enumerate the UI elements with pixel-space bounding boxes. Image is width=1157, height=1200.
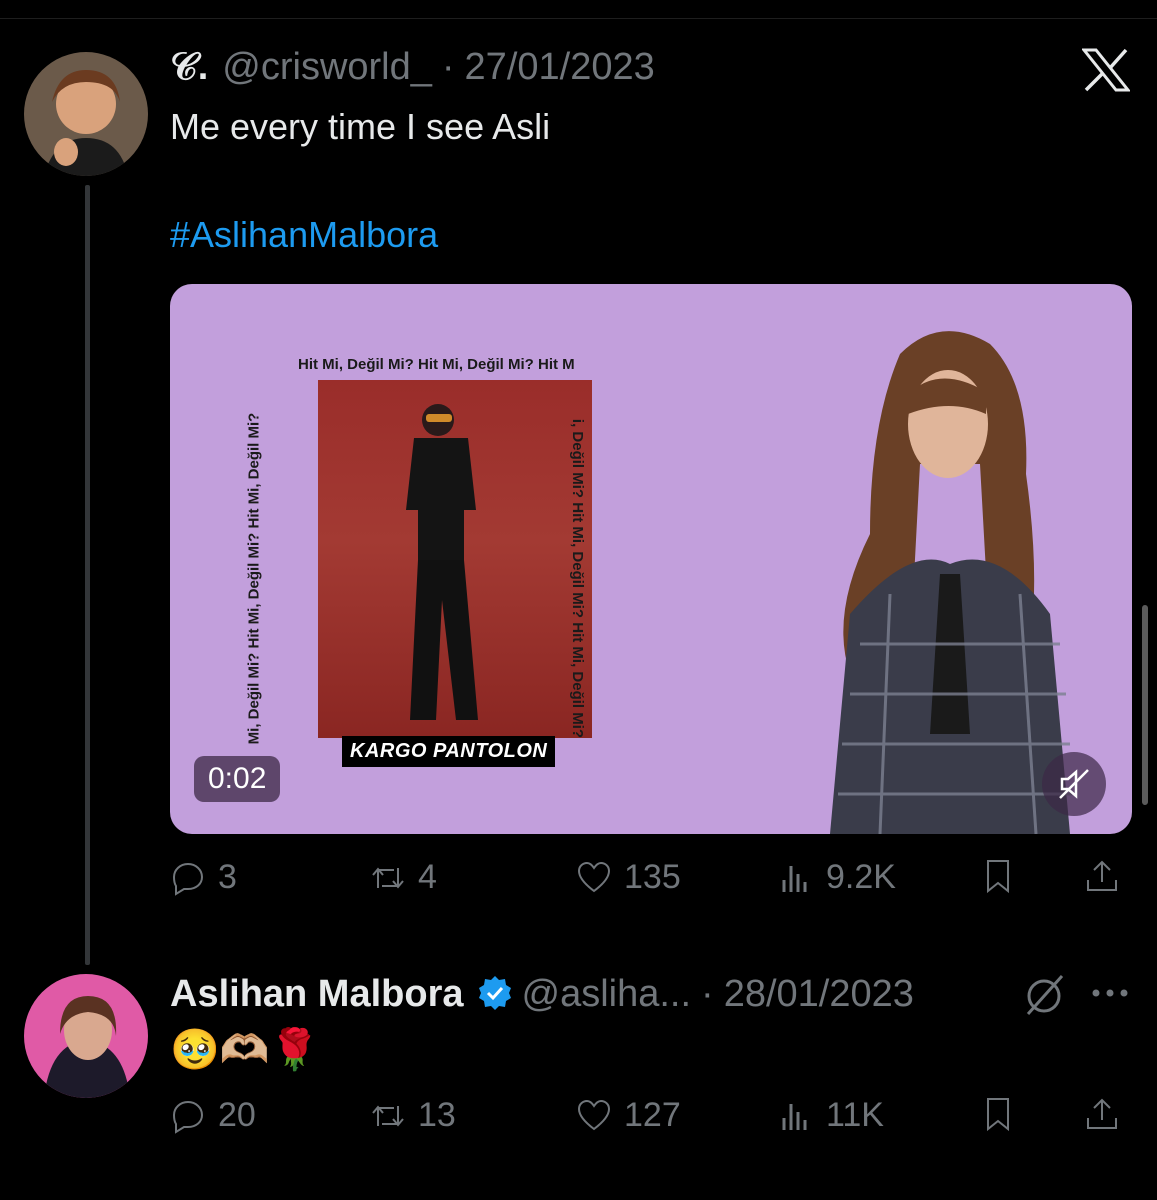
views-icon	[782, 1103, 807, 1130]
tweet-date[interactable]: 27/01/2023	[465, 46, 655, 89]
like-button[interactable]: 127	[576, 1096, 681, 1135]
thread-connector-line	[85, 185, 90, 965]
more-options-icon[interactable]	[1088, 978, 1132, 1008]
poster-image	[318, 380, 592, 738]
share-button[interactable]	[1084, 1096, 1120, 1132]
retweet-button[interactable]: 4	[370, 858, 437, 897]
display-name[interactable]: 𝒞.	[170, 46, 208, 89]
tweet-text: Me every time I see Asli	[170, 106, 551, 147]
retweet-icon	[372, 866, 404, 889]
scrollbar[interactable]	[1142, 605, 1148, 805]
separator: ·	[441, 46, 455, 88]
views-icon	[782, 865, 807, 892]
reply-button[interactable]: 3	[170, 858, 237, 897]
retweet-icon	[372, 1104, 404, 1127]
like-count: 135	[624, 858, 681, 896]
x-logo-icon[interactable]	[1082, 48, 1130, 92]
retweet-count: 4	[418, 858, 437, 896]
views-button[interactable]: 11K	[778, 1096, 884, 1135]
like-button[interactable]: 135	[576, 858, 681, 897]
poster-frame-right: i, Değil Mi? Hit Mi, Değil Mi? Hit Mi, D…	[569, 418, 587, 739]
tweet-actions: 20 13 127 11K	[170, 1096, 1132, 1144]
view-count: 11K	[826, 1096, 884, 1134]
like-count: 127	[624, 1096, 681, 1134]
reply-icon	[172, 1100, 204, 1134]
video-timestamp: 0:02	[194, 756, 281, 802]
share-icon	[1087, 1098, 1117, 1129]
top-divider	[0, 0, 1157, 19]
poster-caption: KARGO PANTOLON	[342, 736, 556, 767]
handle[interactable]: @asliha...	[522, 973, 692, 1016]
heart-icon	[577, 861, 611, 892]
poster-frame-top: Hit Mi, Değil Mi? Hit Mi, Değil Mi? Hit …	[298, 356, 575, 373]
avatar[interactable]	[24, 974, 148, 1098]
hashtag-link[interactable]: #AslihanMalbora	[170, 214, 438, 256]
views-button[interactable]: 9.2K	[778, 858, 896, 897]
view-count: 9.2K	[826, 858, 896, 896]
video-subject	[830, 331, 1072, 834]
share-icon	[1087, 860, 1117, 891]
bottom-edge	[0, 1178, 1157, 1200]
handle[interactable]: @crisworld_	[222, 46, 432, 89]
tweet-date[interactable]: 28/01/2023	[724, 973, 914, 1016]
reply-button[interactable]: 20	[170, 1096, 256, 1135]
reply-count: 3	[218, 858, 237, 896]
separator: ·	[701, 973, 714, 1015]
bookmark-button[interactable]	[980, 1096, 1016, 1132]
bookmark-icon	[987, 860, 1009, 894]
bookmark-icon	[987, 1098, 1009, 1132]
tweet-text: 🥹🫶🏼🌹	[170, 1027, 320, 1073]
tweet-header: Aslihan Malbora @asliha... · 28/01/2023	[170, 968, 914, 1016]
heart-icon	[577, 1099, 611, 1130]
verified-badge-icon	[478, 976, 511, 1010]
display-name[interactable]: Aslihan Malbora	[170, 973, 464, 1016]
avatar[interactable]	[24, 52, 148, 176]
tweet-actions: 3 4 135 9.2K	[170, 858, 1132, 906]
reply-count: 20	[218, 1096, 256, 1134]
grok-icon[interactable]	[1020, 970, 1070, 1020]
tweet-header: 𝒞. @crisworld_ · 27/01/2023	[170, 46, 655, 89]
bookmark-button[interactable]	[980, 858, 1016, 894]
poster-frame-left: Mi, Değil Mi? Hit Mi, Değil Mi? Hit Mi, …	[245, 412, 263, 745]
share-button[interactable]	[1084, 858, 1120, 894]
retweet-button[interactable]: 13	[370, 1096, 456, 1135]
speaker-muted-icon	[1059, 769, 1089, 799]
retweet-count: 13	[418, 1096, 456, 1134]
video-player[interactable]: Hit Mi, Değil Mi? Hit Mi, Değil Mi? Hit …	[170, 284, 1132, 834]
reply-icon	[172, 862, 204, 896]
mute-button[interactable]	[1042, 752, 1106, 816]
